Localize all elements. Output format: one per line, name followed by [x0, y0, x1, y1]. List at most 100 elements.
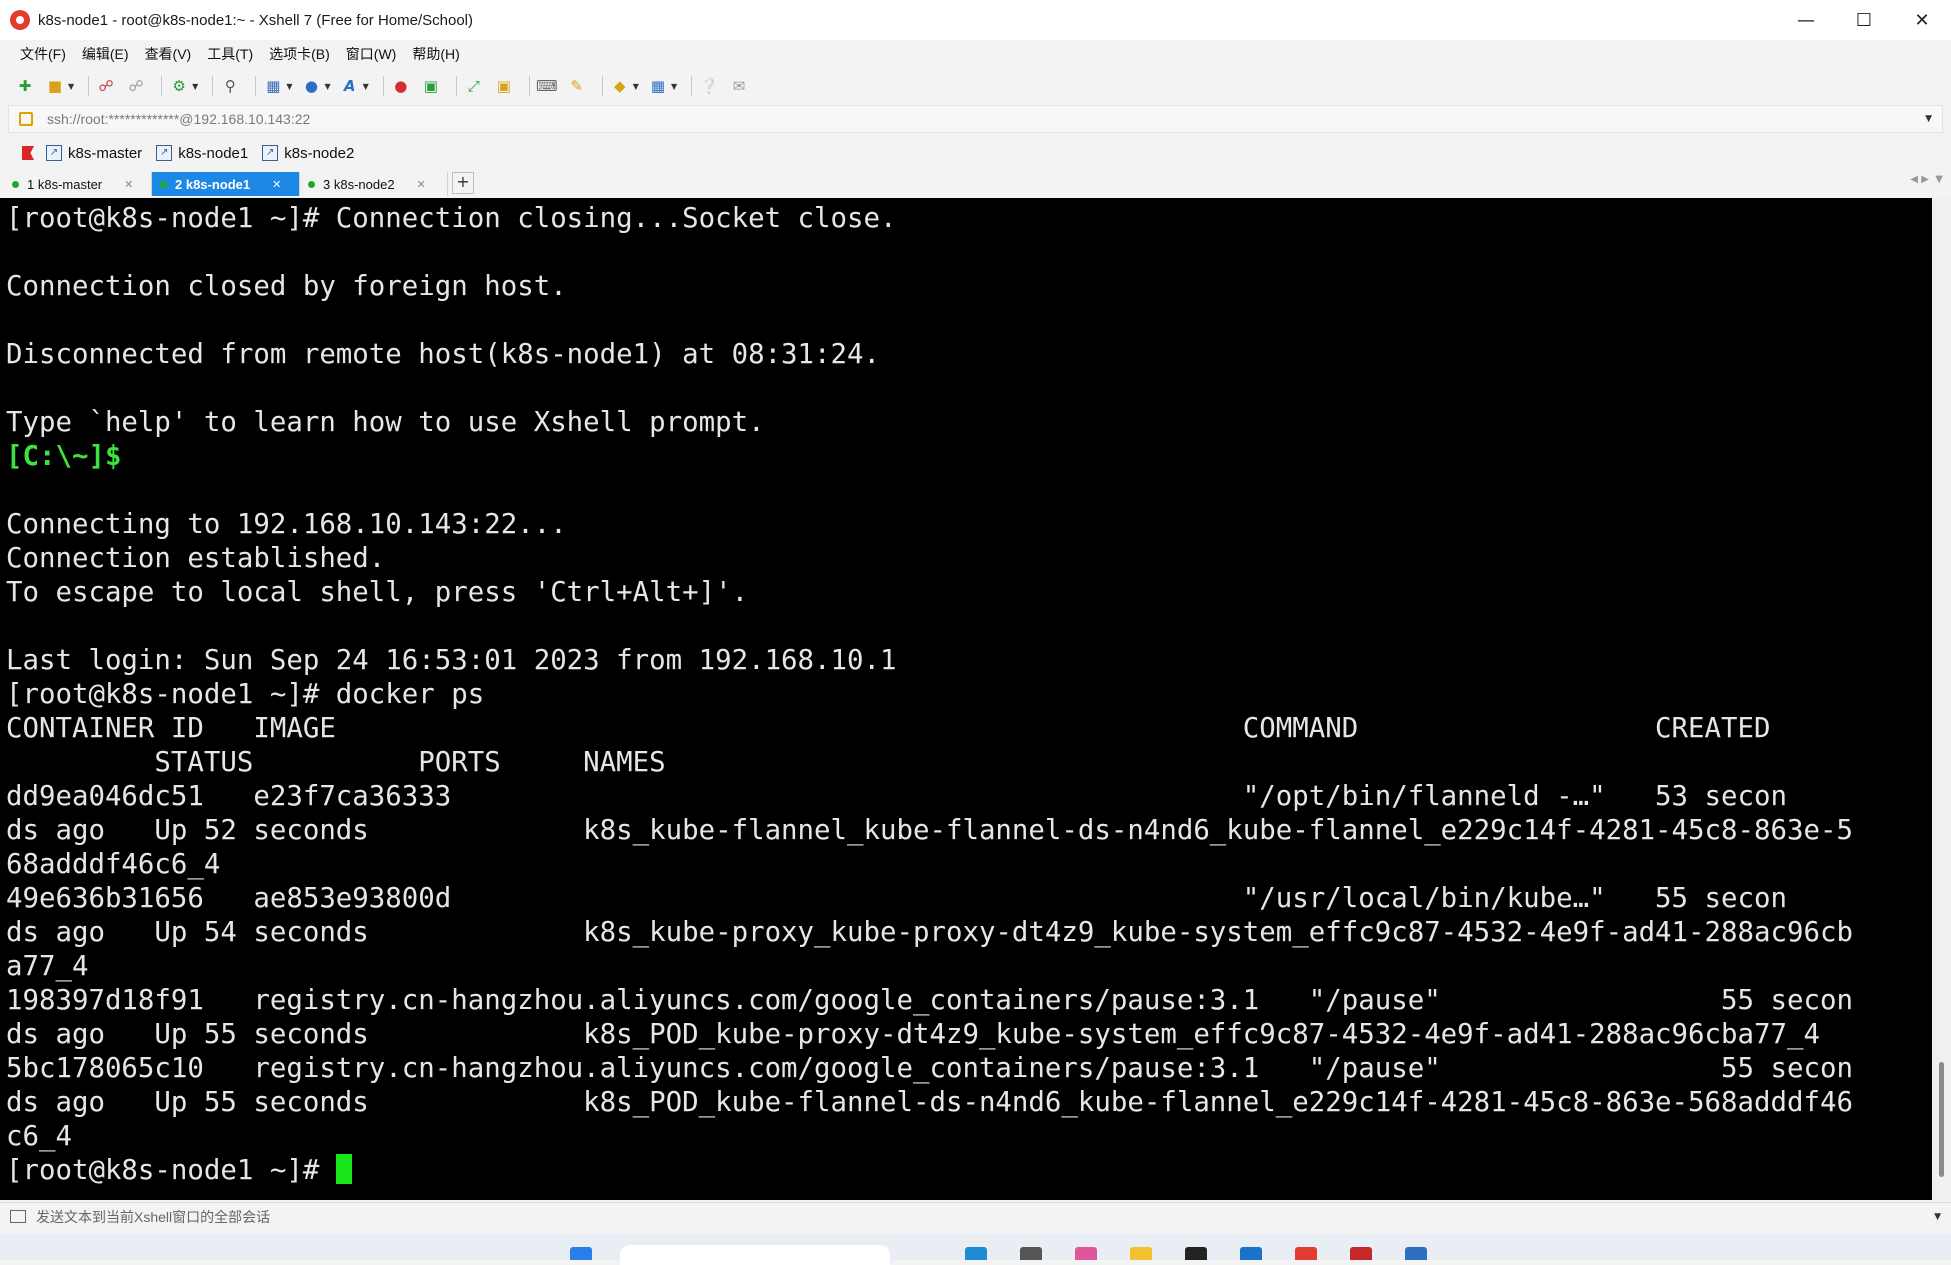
minimize-button[interactable]: — — [1777, 0, 1835, 40]
close-icon[interactable]: ✕ — [124, 178, 133, 191]
tab-k8s-node1[interactable]: 2 k8s-node1 ✕ — [152, 172, 300, 196]
terminal-scrollbar[interactable] — [1932, 198, 1951, 1200]
menu-tools[interactable]: 工具(T) — [207, 44, 253, 64]
taskbar-app-icon[interactable] — [1405, 1247, 1427, 1260]
quick-session-label: k8s-master — [68, 144, 143, 162]
taskbar-app-icon[interactable] — [1350, 1247, 1372, 1260]
script-icon[interactable]: ◆ — [609, 75, 631, 97]
toolbar-divider — [255, 76, 257, 96]
session-address[interactable]: ssh://root:*************@192.168.10.143:… — [47, 111, 310, 127]
session-tab-bar: 1 k8s-master ✕ 2 k8s-node1 ✕ 3 k8s-node2… — [0, 170, 1951, 196]
open-folder-icon[interactable]: ■ — [44, 75, 66, 97]
quick-session-k8s-node1[interactable]: ↗ k8s-node1 — [156, 145, 248, 162]
tile-icon[interactable]: ▦ — [647, 75, 669, 97]
terminal-line: [root@k8s-node1 ~]# docker ps — [6, 679, 485, 710]
taskbar-app-icon[interactable] — [1240, 1247, 1262, 1260]
close-icon[interactable]: ✕ — [417, 178, 426, 191]
xftp-icon[interactable]: ▣ — [420, 75, 442, 97]
scrollbar-thumb[interactable] — [1939, 1062, 1944, 1177]
toolbar-divider — [382, 76, 384, 96]
taskbar-search[interactable] — [620, 1245, 890, 1265]
chevron-down-icon[interactable]: ▼ — [671, 82, 677, 91]
terminal-line: Disconnected from remote host(k8s-node1)… — [6, 339, 880, 370]
shortcut-icon: ↗ — [156, 145, 173, 161]
tab-label: 2 k8s-node1 — [175, 176, 251, 192]
menu-edit[interactable]: 编辑(E) — [82, 44, 129, 64]
toolbar-divider — [161, 76, 163, 96]
chevron-down-icon[interactable]: ▼ — [1934, 1212, 1941, 1222]
menu-file[interactable]: 文件(F) — [20, 44, 66, 64]
menu-bar: 文件(F) 编辑(E) 查看(V) 工具(T) 选项卡(B) 窗口(W) 帮助(… — [0, 40, 1951, 68]
connect-icon[interactable]: ☍ — [95, 75, 117, 97]
bookmark-icon[interactable] — [22, 146, 34, 160]
taskbar-app-icon[interactable] — [965, 1247, 987, 1260]
taskbar-app-icon[interactable] — [1020, 1247, 1042, 1260]
docker-ps-row: 68adddf46c6_4 — [6, 849, 221, 880]
start-icon[interactable] — [570, 1247, 592, 1260]
search-icon[interactable]: ⚲ — [219, 75, 241, 97]
chevron-down-icon[interactable]: ▼ — [324, 82, 330, 91]
new-session-icon[interactable]: ✚ — [14, 75, 36, 97]
toolbar-divider — [88, 76, 90, 96]
globe-icon[interactable]: ● — [300, 75, 322, 97]
chevron-down-icon[interactable]: ▼ — [633, 82, 639, 91]
taskbar-app-icon[interactable] — [1295, 1247, 1317, 1260]
chevron-down-icon[interactable]: ▼ — [68, 82, 74, 91]
terminal-line: Type `help' to learn how to use Xshell p… — [6, 407, 765, 438]
docker-ps-row: a77_4 — [6, 951, 89, 982]
docker-ps-row: ds ago Up 54 seconds k8s_kube-proxy_kube… — [6, 917, 1853, 948]
menu-window[interactable]: 窗口(W) — [346, 44, 397, 64]
docker-ps-row: ds ago Up 55 seconds k8s_POD_kube-proxy-… — [6, 1019, 1820, 1050]
layout-icon[interactable]: ▦ — [262, 75, 284, 97]
properties-icon[interactable]: ⚙ — [168, 75, 190, 97]
menu-tabs[interactable]: 选项卡(B) — [269, 44, 330, 64]
quick-session-k8s-master[interactable]: ↗ k8s-master — [46, 145, 142, 162]
close-button[interactable]: ✕ — [1893, 0, 1951, 40]
terminal-line: Connection established. — [6, 543, 386, 574]
chevron-down-icon[interactable]: ▼ — [192, 82, 198, 91]
compose-placeholder[interactable]: 发送文本到当前Xshell窗口的全部会话 — [36, 1207, 270, 1227]
menu-view[interactable]: 查看(V) — [145, 44, 192, 64]
fullscreen-icon[interactable]: ⤢ — [463, 75, 485, 97]
menu-help[interactable]: 帮助(H) — [412, 44, 459, 64]
tab-nav-arrows-icon[interactable]: ◀ ▶ ▼ — [1910, 174, 1943, 185]
lock-icon[interactable]: ▣ — [493, 75, 515, 97]
xshell-icon[interactable]: ● — [390, 75, 412, 97]
chevron-down-icon[interactable]: ▼ — [363, 82, 369, 91]
current-prompt-line[interactable]: [root@k8s-node1 ~]# — [6, 1154, 1853, 1188]
shortcut-icon: ↗ — [262, 145, 279, 161]
taskbar-app-icon[interactable] — [1185, 1247, 1207, 1260]
window-title: k8s-node1 - root@k8s-node1:~ - Xshell 7 … — [38, 11, 474, 29]
compose-bar[interactable]: 发送文本到当前Xshell窗口的全部会话 ▼ — [0, 1202, 1951, 1230]
keyboard-icon[interactable]: ⌨ — [536, 75, 558, 97]
quick-session-k8s-node2[interactable]: ↗ k8s-node2 — [262, 145, 354, 162]
close-icon[interactable]: ✕ — [272, 178, 281, 191]
docker-ps-row: 49e636b31656 ae853e93800d "/usr/local/bi… — [6, 883, 1787, 914]
tab-k8s-node2[interactable]: 3 k8s-node2 ✕ — [300, 172, 448, 196]
help-icon[interactable]: ❔ — [698, 75, 720, 97]
taskbar-app-icon[interactable] — [1075, 1247, 1097, 1260]
terminal-pane[interactable]: [root@k8s-node1 ~]# Connection closing..… — [0, 198, 1932, 1200]
maximize-button[interactable]: ☐ — [1835, 0, 1893, 40]
taskbar-app-icon[interactable] — [1130, 1247, 1152, 1260]
terminal-line: To escape to local shell, press 'Ctrl+Al… — [6, 577, 749, 608]
chevron-down-icon[interactable]: ▼ — [286, 82, 292, 91]
chevron-down-icon[interactable]: ▼ — [1925, 114, 1932, 124]
add-tab-button[interactable]: + — [452, 172, 474, 194]
compose-icon — [10, 1210, 26, 1223]
terminal-line: Last login: Sun Sep 24 16:53:01 2023 fro… — [6, 645, 897, 676]
font-icon[interactable]: A — [339, 75, 361, 97]
toolbar-divider — [212, 76, 214, 96]
highlight-icon[interactable]: ✎ — [566, 75, 588, 97]
chat-icon[interactable]: ✉ — [728, 75, 750, 97]
quick-sessions-bar: ↗ k8s-master ↗ k8s-node1 ↗ k8s-node2 — [0, 139, 1951, 167]
docker-ps-header: STATUS PORTS NAMES — [6, 747, 666, 778]
toolbar-divider — [455, 76, 457, 96]
disconnect-icon[interactable]: ☍ — [125, 75, 147, 97]
address-bar[interactable]: ssh://root:*************@192.168.10.143:… — [8, 105, 1943, 133]
connected-status-icon — [308, 180, 315, 188]
tab-k8s-master[interactable]: 1 k8s-master ✕ — [4, 172, 152, 196]
quick-session-label: k8s-node2 — [284, 144, 355, 162]
